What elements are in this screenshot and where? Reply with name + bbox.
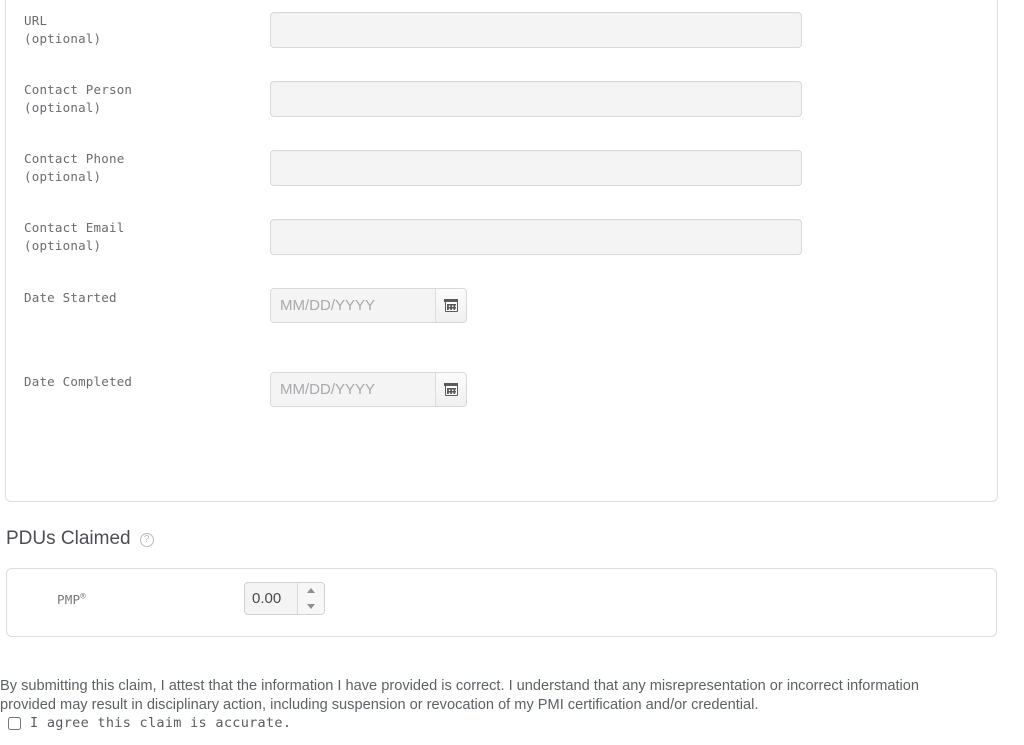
activity-details-panel: URL (optional) Contact Person (optional) C…	[5, 0, 998, 502]
pdus-claimed-panel: PMP®	[6, 568, 997, 637]
stepper-buttons	[297, 583, 324, 614]
attestation-text: By submitting this claim, I attest that …	[0, 677, 920, 713]
field-label: Date Completed	[24, 374, 133, 389]
form-row: Date Completed	[6, 372, 999, 420]
form-row: Contact Phone (optional)	[6, 150, 999, 198]
form-row: Date Started	[6, 288, 999, 336]
field-label: Contact Phone (optional)	[24, 151, 125, 184]
agree-checkbox[interactable]	[8, 716, 21, 730]
field-label: Contact Email (optional)	[24, 220, 125, 253]
field-label: Date Started	[24, 290, 117, 305]
form-row: Contact Email (optional)	[6, 219, 999, 267]
text-input[interactable]	[270, 12, 802, 48]
page-title: PDUs Claimed	[6, 528, 131, 549]
registered-trademark-symbol: ®	[80, 592, 86, 602]
form-row: Contact Person (optional)	[6, 81, 999, 129]
help-icon[interactable]: ?	[139, 533, 154, 547]
date-input[interactable]	[271, 289, 435, 322]
pdu-type-label: PMP®	[57, 592, 86, 608]
text-input[interactable]	[270, 219, 802, 255]
date-input-group[interactable]	[270, 372, 467, 407]
spinner-up-icon[interactable]	[298, 583, 324, 599]
field-label: URL (optional)	[24, 13, 102, 46]
agree-checkbox-label[interactable]: I agree this claim is accurate.	[30, 715, 291, 731]
calendar-icon[interactable]	[435, 373, 466, 406]
spinner-down-icon[interactable]	[298, 599, 324, 615]
text-input[interactable]	[270, 150, 802, 186]
date-input-group[interactable]	[270, 288, 467, 323]
date-input[interactable]	[271, 373, 435, 406]
calendar-icon[interactable]	[435, 289, 466, 322]
agree-row: I agree this claim is accurate.	[8, 715, 291, 731]
form-row: URL (optional)	[6, 12, 999, 60]
pdu-row: PMP®	[7, 569, 996, 636]
pdus-claimed-heading: PDUs Claimed ?	[6, 528, 154, 550]
field-label: Contact Person (optional)	[24, 82, 133, 115]
pdu-quantity-stepper[interactable]	[244, 582, 325, 615]
text-input[interactable]	[270, 81, 802, 117]
pdu-quantity-input[interactable]	[245, 583, 297, 614]
